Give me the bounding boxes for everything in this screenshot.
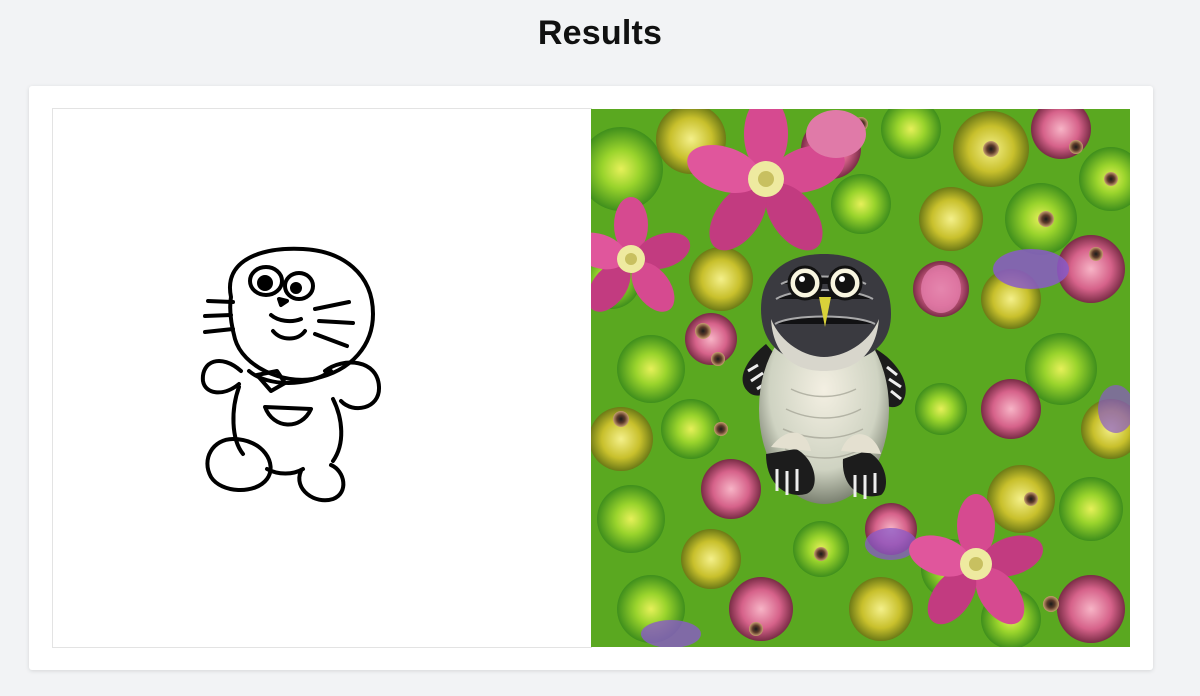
- generated-image: [591, 109, 1130, 647]
- input-sketch-panel: [52, 108, 592, 648]
- results-card: [29, 86, 1153, 670]
- sketch-image: [200, 246, 382, 503]
- page-title: Results: [537, 14, 663, 52]
- generated-image-panel: [591, 109, 1130, 647]
